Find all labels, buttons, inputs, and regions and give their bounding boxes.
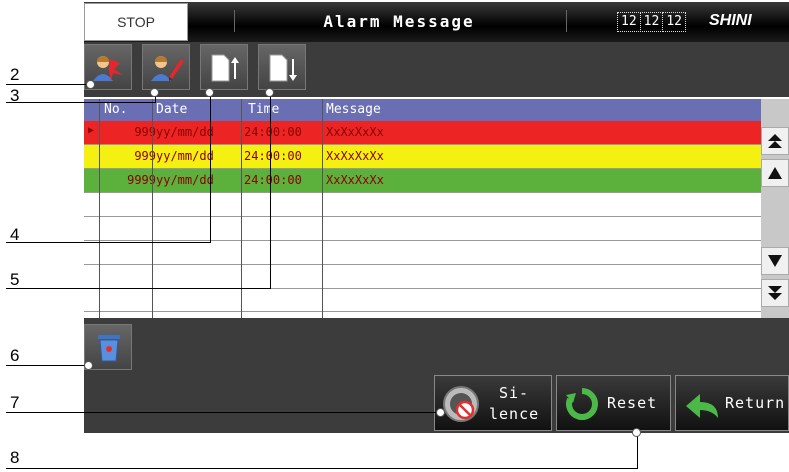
silence-button[interactable]: Si- lence	[434, 375, 552, 431]
selected-row-marker: ▶	[88, 125, 95, 136]
return-label: Return	[725, 394, 786, 412]
table-row-empty	[84, 193, 761, 217]
double-up-arrow-icon	[768, 134, 782, 148]
reset-icon	[566, 388, 598, 420]
page-arrow-down-icon	[269, 54, 297, 82]
person-pencil-icon	[151, 56, 184, 81]
header-divider	[234, 10, 235, 32]
page-title: Alarm Message	[323, 12, 475, 31]
return-button[interactable]: Return	[675, 375, 789, 431]
alarm-message-screen: STOP Alarm Message 12 12 12 SHINI No. Da…	[84, 2, 789, 433]
toolbar	[84, 42, 789, 97]
callout-line	[6, 84, 90, 85]
table-body: ▶ 999 yy/mm/dd 24:00:00 XxXxXxXx 999 yy/…	[84, 121, 761, 312]
clock-hours: 12	[617, 12, 641, 32]
callout-line	[6, 412, 440, 413]
sort-down-button[interactable]	[258, 44, 306, 90]
trash-icon	[98, 335, 120, 362]
scroll-down-button[interactable]	[761, 247, 789, 275]
table-row-empty	[84, 241, 761, 265]
callout-line	[270, 92, 271, 289]
callout-label: 3	[10, 86, 20, 105]
cell-message: XxXxXxXx	[326, 173, 384, 187]
brand-logo: SHINI	[709, 12, 752, 29]
callout-line	[637, 432, 638, 469]
cell-date: yy/mm/dd	[156, 125, 214, 139]
up-arrow-icon	[768, 167, 782, 179]
clock-seconds: 12	[662, 12, 686, 32]
silence-label-line1: Si-	[499, 384, 530, 402]
table-scrollbar[interactable]	[761, 99, 789, 318]
cell-message: XxXxXxXx	[326, 149, 384, 163]
callout-label: 2	[10, 65, 20, 84]
alarm-table: No. Date Time Message ▶ 999 yy/mm/dd 24:…	[84, 99, 789, 318]
scroll-bottom-button[interactable]	[761, 279, 789, 307]
callout-line	[6, 288, 271, 289]
callout-dot	[436, 408, 445, 417]
operator-edit-button[interactable]	[142, 44, 190, 90]
header-divider	[566, 10, 567, 32]
column-divider	[99, 99, 100, 318]
cell-time: 24:00:00	[244, 173, 302, 187]
callout-label: 8	[10, 448, 20, 467]
callout-dot	[84, 361, 93, 370]
table-row[interactable]: ▶ 999 yy/mm/dd 24:00:00 XxXxXxXx	[84, 121, 761, 145]
table-header: No. Date Time Message	[84, 99, 761, 121]
column-divider	[241, 99, 242, 318]
callout-dot	[205, 88, 214, 97]
table-row[interactable]: 9999 yy/mm/dd 24:00:00 XxXxXxXx	[84, 169, 761, 193]
callout-dot	[632, 428, 641, 437]
down-arrow-icon	[768, 255, 782, 267]
reset-label: Reset	[607, 394, 658, 412]
callout-line	[6, 102, 156, 103]
cell-date: yy/mm/dd	[156, 149, 214, 163]
double-down-arrow-icon	[768, 286, 782, 300]
return-icon	[686, 394, 718, 418]
clock-minutes: 12	[639, 12, 664, 32]
table-row-empty	[84, 289, 761, 312]
callout-dot	[150, 88, 159, 97]
callout-label: 7	[10, 393, 20, 412]
callout-dot	[86, 80, 95, 89]
cell-time: 24:00:00	[244, 149, 302, 163]
silence-label-line2: lence	[489, 405, 540, 423]
callout-line	[6, 365, 88, 366]
clock: 12 12 12	[606, 11, 698, 33]
sort-up-button[interactable]	[200, 44, 248, 90]
table-row-empty	[84, 217, 761, 241]
page-arrow-up-icon	[211, 54, 239, 82]
callout-line	[210, 92, 211, 243]
callout-label: 6	[10, 346, 20, 365]
callout-label: 5	[10, 270, 20, 289]
callout-line	[6, 468, 638, 469]
table-row-empty	[84, 265, 761, 289]
column-header-message: Message	[326, 102, 381, 117]
callout-dot	[265, 88, 274, 97]
callout-line	[6, 242, 211, 243]
column-divider	[322, 99, 323, 318]
column-divider	[152, 99, 153, 318]
reset-button[interactable]: Reset	[556, 375, 671, 431]
silence-icon	[443, 386, 479, 422]
column-header-time: Time	[248, 102, 280, 117]
person-alarm-icon	[93, 56, 123, 81]
scroll-up-button[interactable]	[761, 159, 789, 187]
column-header-no: No.	[104, 102, 128, 117]
cell-message: XxXxXxXx	[326, 125, 384, 139]
cell-date: yy/mm/dd	[156, 173, 214, 187]
cell-time: 24:00:00	[244, 125, 302, 139]
table-row[interactable]: 999 yy/mm/dd 24:00:00 XxXxXxXx	[84, 145, 761, 169]
header-bar: STOP Alarm Message 12 12 12 SHINI	[84, 2, 789, 42]
column-header-date: Date	[156, 102, 188, 117]
scroll-top-button[interactable]	[761, 127, 789, 155]
machine-status: STOP	[84, 3, 188, 41]
